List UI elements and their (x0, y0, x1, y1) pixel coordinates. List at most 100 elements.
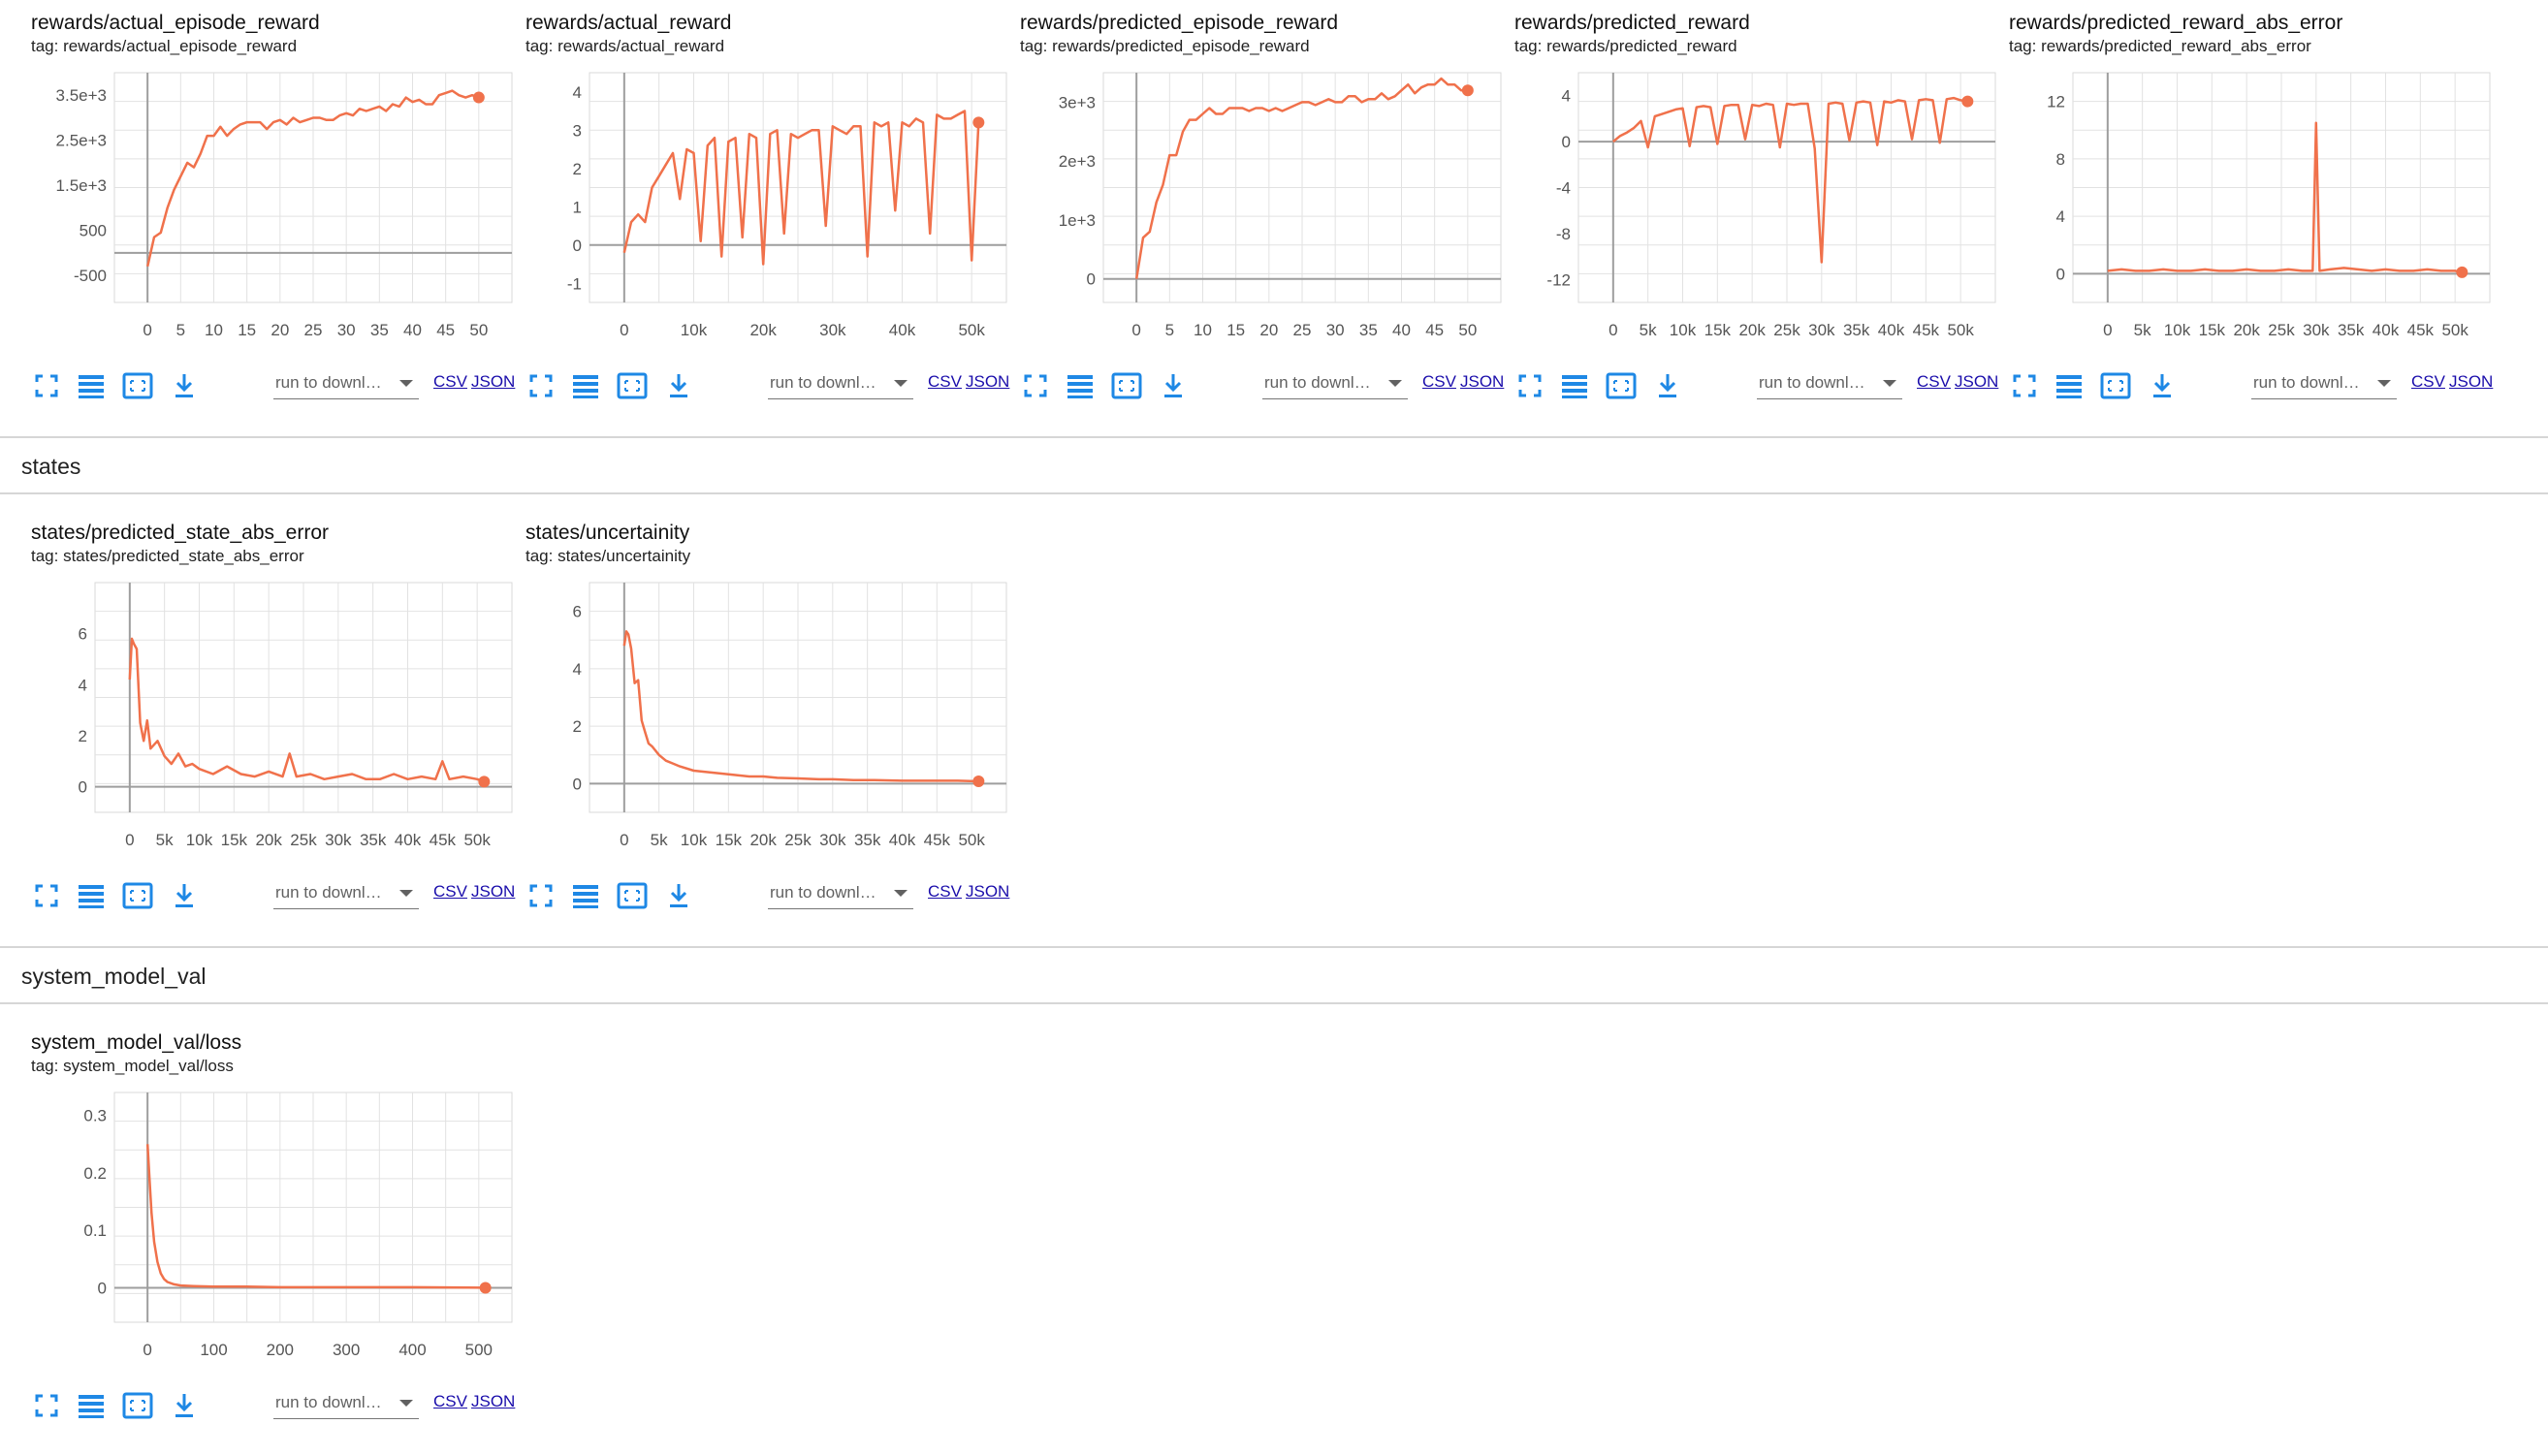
run-to-download-select[interactable]: run to downl… (273, 368, 419, 399)
states-section-header[interactable]: states (0, 442, 2548, 494)
line-chart[interactable]: 0 100 200 300 400 500 0 0.1 0.2 0.3 (21, 1078, 516, 1369)
csv-download-link[interactable]: CSV (928, 882, 962, 902)
y-tick-label: -12 (1546, 270, 1571, 289)
x-tick-label: 400 (398, 1341, 426, 1359)
json-download-link[interactable]: JSON (1460, 372, 1504, 392)
log-scale-icon[interactable] (76, 880, 107, 911)
csv-download-link[interactable]: CSV (1917, 372, 1951, 392)
expand-icon[interactable] (31, 370, 62, 401)
y-tick-label: -8 (1556, 225, 1571, 243)
expand-icon[interactable] (2009, 370, 2040, 401)
run-to-download-select[interactable]: run to downl… (768, 878, 913, 909)
x-tick-label: 25 (304, 321, 323, 339)
line-chart[interactable]: 0 5k 10k 15k 20k 25k 30k 35k 40k 45k 50k -12 -8 -4 0 4 (1505, 58, 1999, 349)
y-tick-label: 2.5e+3 (56, 132, 107, 150)
fit-domain-icon[interactable] (1606, 370, 1637, 401)
fit-domain-icon[interactable] (617, 880, 648, 911)
log-scale-icon[interactable] (570, 880, 601, 911)
json-download-link[interactable]: JSON (2449, 372, 2493, 392)
x-tick-label: 15 (238, 321, 256, 339)
line-chart[interactable]: 0 5k 10k 15k 20k 25k 30k 35k 40k 45k 50k 0 2 4 6 (516, 568, 1010, 859)
line-chart[interactable]: 0 10k 20k 30k 40k 50k -1 0 1 2 3 4 (516, 58, 1010, 349)
expand-icon[interactable] (526, 880, 557, 911)
chart-title: rewards/predicted_reward (1514, 12, 1750, 34)
chart-toolbar: run to downl… CSV JSON (1505, 366, 1999, 405)
expand-icon[interactable] (1514, 370, 1545, 401)
csv-download-link[interactable]: CSV (928, 372, 962, 392)
chart-card: rewards/predicted_reward_abs_error tag: r… (1999, 0, 2494, 399)
x-tick-label: 20k (1738, 321, 1766, 339)
x-tick-label: 40 (1392, 321, 1411, 339)
y-tick-label: 6 (573, 603, 582, 621)
fit-domain-icon[interactable] (122, 1390, 153, 1421)
line-chart[interactable]: 0 5k 10k 15k 20k 25k 30k 35k 40k 45k 50k 0 4 8 12 (1999, 58, 2494, 349)
run-to-download-select[interactable]: run to downl… (273, 1388, 419, 1419)
run-to-download-select[interactable]: run to downl… (1262, 368, 1408, 399)
chevron-down-icon (399, 1400, 413, 1407)
download-icon[interactable] (2147, 370, 2178, 401)
x-tick-label: 200 (267, 1341, 294, 1359)
x-tick-label: 20k (2233, 321, 2260, 339)
x-tick-label: 50k (958, 321, 985, 339)
log-scale-icon[interactable] (1065, 370, 1096, 401)
run-select-label: run to downl… (1264, 373, 1371, 392)
log-scale-icon[interactable] (1559, 370, 1590, 401)
chevron-down-icon (894, 890, 908, 897)
download-icon[interactable] (1158, 370, 1189, 401)
run-to-download-select[interactable]: run to downl… (768, 368, 913, 399)
json-download-link[interactable]: JSON (471, 1392, 515, 1411)
fit-domain-icon[interactable] (2100, 370, 2131, 401)
csv-download-link[interactable]: CSV (433, 372, 467, 392)
y-tick-label: 500 (80, 222, 107, 240)
log-scale-icon[interactable] (76, 370, 107, 401)
chart-title: system_model_val/loss (31, 1031, 242, 1054)
line-chart[interactable]: 0 5 10 15 20 25 30 35 40 45 50 0 1e+3 2e+3 3e+3 (1010, 58, 1505, 349)
line-chart[interactable]: 0 5k 10k 15k 20k 25k 30k 35k 40k 45k 50k 0 2 4 6 (21, 568, 516, 859)
download-icon[interactable] (663, 370, 694, 401)
x-tick-label: 30 (337, 321, 356, 339)
fit-domain-icon[interactable] (617, 370, 648, 401)
series-endpoint (972, 775, 985, 788)
csv-download-link[interactable]: CSV (1422, 372, 1456, 392)
line-chart[interactable]: 0 5 10 15 20 25 30 35 40 45 50 -500 500 1.5e+3 2.5e+3 3… (21, 58, 516, 349)
csv-download-link[interactable]: CSV (433, 1392, 467, 1411)
csv-download-link[interactable]: CSV (2411, 372, 2445, 392)
x-tick-label: 0 (143, 1341, 151, 1359)
json-download-link[interactable]: JSON (966, 372, 1009, 392)
download-icon[interactable] (1652, 370, 1683, 401)
x-tick-label: 40k (2373, 321, 2400, 339)
expand-icon[interactable] (526, 370, 557, 401)
expand-icon[interactable] (31, 1390, 62, 1421)
download-icon[interactable] (169, 1390, 200, 1421)
x-tick-label: 20 (1259, 321, 1278, 339)
log-scale-icon[interactable] (570, 370, 601, 401)
run-select-label: run to downl… (275, 1393, 382, 1411)
json-download-link[interactable]: JSON (966, 882, 1009, 902)
fit-domain-icon[interactable] (1111, 370, 1142, 401)
series-endpoint (1961, 95, 1974, 108)
run-to-download-select[interactable]: run to downl… (2251, 368, 2397, 399)
json-download-link[interactable]: JSON (471, 372, 515, 392)
x-tick-label: 5k (2134, 321, 2151, 339)
json-download-link[interactable]: JSON (1955, 372, 1998, 392)
expand-icon[interactable] (31, 880, 62, 911)
y-tick-label: 12 (2047, 93, 2065, 111)
download-icon[interactable] (169, 370, 200, 401)
download-icon[interactable] (663, 880, 694, 911)
x-tick-label: 20 (271, 321, 289, 339)
fit-domain-icon[interactable] (122, 370, 153, 401)
run-select-label: run to downl… (1759, 373, 1865, 392)
log-scale-icon[interactable] (2054, 370, 2085, 401)
x-tick-label: 300 (333, 1341, 360, 1359)
fit-domain-icon[interactable] (122, 880, 153, 911)
csv-download-link[interactable]: CSV (433, 882, 467, 902)
download-icon[interactable] (169, 880, 200, 911)
run-to-download-select[interactable]: run to downl… (1757, 368, 1902, 399)
json-download-link[interactable]: JSON (471, 882, 515, 902)
system-model-val-section-header[interactable]: system_model_val (0, 952, 2548, 1004)
expand-icon[interactable] (1020, 370, 1051, 401)
log-scale-icon[interactable] (76, 1390, 107, 1421)
run-to-download-select[interactable]: run to downl… (273, 878, 419, 909)
y-tick-label: 0.2 (83, 1164, 107, 1183)
y-tick-label: 1.5e+3 (56, 176, 107, 195)
